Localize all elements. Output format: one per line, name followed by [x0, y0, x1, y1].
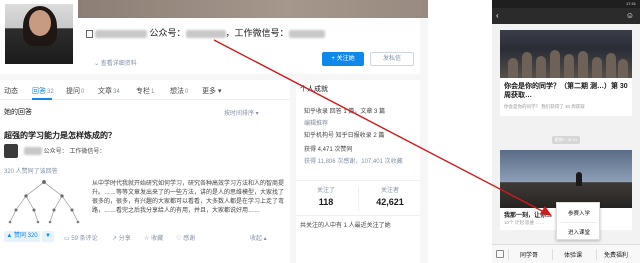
followers-count[interactable]: 42,621 [360, 197, 420, 207]
sort-dropdown[interactable]: 按时间排序 ▾ [224, 108, 259, 117]
blurred-account [185, 29, 226, 38]
submenu-item[interactable]: 参赛入学 [557, 209, 601, 217]
view-profile-link[interactable]: ⌄ 查看详细资料 [94, 58, 137, 67]
tab-thoughts[interactable]: 想法0 [170, 86, 188, 96]
tab-more[interactable]: 更多 ▾ [202, 86, 221, 96]
comment-button[interactable]: ▭ 59 条评论 [64, 233, 98, 242]
followers-label[interactable]: 关注者 [360, 185, 420, 194]
message-timestamp: 星期一 11:41 [552, 136, 580, 144]
user-icon[interactable]: ☺ [626, 11, 634, 21]
star-icon: ☆ [144, 236, 150, 242]
public-account-label: 公众号： [149, 28, 186, 38]
article-title: 我那一刻，让你… [504, 213, 553, 219]
blurred-wechat [288, 29, 325, 38]
achievement-title: 个人成就 [300, 86, 328, 93]
submenu-divider [561, 222, 597, 223]
achievement-line: 获得 4,471 次赞同 [304, 147, 353, 153]
profile-tabs: 动态 回答32 提问0 文章34 专栏1 想法0 更多 ▾ [0, 80, 290, 100]
thanks-button[interactable]: ♡ 感谢 [176, 233, 195, 242]
achievement-sidebar: 个人成就 知乎收录 回答 1 篇，文章 3 篇 编辑推荐 知乎机构号 知乎日报收… [296, 80, 420, 263]
menu-separator [552, 249, 553, 260]
article-photo [500, 30, 632, 78]
article-subtitle: 10个 计划 思维 …… [504, 220, 545, 225]
question-title-link[interactable]: 超强的学习能力是怎样炼成的？ [4, 130, 116, 141]
agree-count: 320 人赞同了该回答 [4, 169, 58, 175]
work-wechat-label: ，工作微信号： [225, 28, 289, 38]
status-bar: 17:41 [492, 0, 640, 8]
follow-button[interactable]: + 关注她 [322, 52, 364, 66]
chevron-down-icon: ▾ [217, 88, 222, 95]
collect-button[interactable]: ☆ 收藏 [144, 233, 163, 242]
achievement-line: 知乎收录 回答 1 篇，文章 3 篇 [304, 109, 386, 115]
tab-questions[interactable]: 提问0 [66, 86, 84, 96]
blurred-name [95, 29, 147, 38]
article-photo [500, 150, 632, 208]
zhihu-profile-panel: 公众号： ，工作微信号： ⌄ 查看详细资料 + 关注她 发私信 动态 回答32 提… [0, 0, 428, 263]
tab-answers[interactable]: 回答32 [32, 86, 54, 96]
follow-stats: 关注了 118 关注者 42,621 [296, 180, 420, 216]
menu-item[interactable]: 免费福利 [604, 250, 628, 259]
author-avatar[interactable] [4, 144, 18, 158]
blurred-author [24, 147, 42, 156]
comment-icon: ▭ [64, 236, 70, 242]
avatar[interactable] [3, 2, 75, 66]
downvote-button[interactable]: ▼ [42, 231, 54, 242]
profile-main-card: 动态 回答32 提问0 文章34 专栏1 想法0 更多 ▾ 她的回答 按时间排序… [0, 80, 290, 263]
article-card[interactable]: 你会是你的同学？（第二期 测…）第 30 周获取… 你会是你的同学？ 我们获得了… [500, 30, 632, 116]
article-title: 你会是你的同学？（第二期 测…）第 30 周获取… [504, 83, 628, 99]
heart-icon: ♡ [176, 236, 182, 242]
menu-item[interactable]: 体验课 [564, 250, 582, 259]
name-box-icon [86, 29, 93, 38]
profile-name-line: 公众号： ，工作微信号： [86, 26, 325, 39]
submenu-item[interactable]: 进入课堂 [557, 228, 601, 236]
official-account-menu: 同学哥 体验课 免费福利 [492, 244, 640, 263]
mutual-follow-note: 共关注的人中有 1 人最近关注了她 [300, 223, 391, 229]
menu-item[interactable]: 同学哥 [520, 250, 538, 259]
upvote-button[interactable]: ▲ 赞同 320 [4, 231, 40, 242]
article-source: 你会是你的同学？ 我们获得了 30 周获取 [504, 104, 585, 109]
menu-separator [508, 249, 509, 260]
message-button[interactable]: 发私信 [370, 52, 414, 66]
author-info: 公众号： 工作微信号： [24, 146, 105, 156]
section-title: 她的回答 [4, 109, 32, 116]
chevron-left-icon[interactable]: ‹ [496, 11, 499, 21]
achievement-line: 获得 11,806 次感谢，107,401 次收藏 [304, 159, 403, 165]
collapse-button[interactable]: 收起 ▴ [250, 233, 267, 242]
share-button[interactable]: ↗ 分享 [112, 233, 131, 242]
tab-activity[interactable]: 动态 [4, 86, 18, 96]
following-label[interactable]: 关注了 [296, 185, 356, 194]
menu-separator [596, 249, 597, 260]
wechat-phone-panel: 17:41 ‹ ☺ 你会是你的同学？（第二期 测…）第 30 周获取… 你会是你… [492, 0, 640, 263]
active-tab-underline [32, 98, 52, 100]
chat-nav-bar: ‹ ☺ [492, 8, 640, 24]
achievement-line: 编辑推荐 [304, 121, 329, 127]
answer-actions: ▲ 赞同 320 ▼ ▭ 59 条评论 ↗ 分享 ☆ 收藏 ♡ 感谢 收起 ▴ [0, 230, 290, 244]
tab-columns[interactable]: 专栏1 [136, 86, 154, 96]
share-icon: ↗ [112, 236, 118, 242]
cover-image [78, 0, 428, 18]
achievement-line: 知乎机构号 知乎日报收录 2 篇 [304, 133, 385, 139]
profile-header: 公众号： ，工作微信号： ⌄ 查看详细资料 + 关注她 发私信 [0, 0, 428, 74]
submenu-popup: 参赛入学 进入课堂 [556, 202, 600, 240]
answer-excerpt[interactable]: 从中学时代我就开始研究如何学习，研究各种高效学习方法和人的智商提升。……等等文章… [92, 180, 288, 216]
following-count[interactable]: 118 [296, 197, 356, 207]
stats-divider [358, 187, 359, 211]
tab-articles[interactable]: 文章34 [98, 86, 120, 96]
answer-thumbnail-graph [8, 179, 80, 224]
keyboard-icon[interactable] [496, 250, 504, 258]
